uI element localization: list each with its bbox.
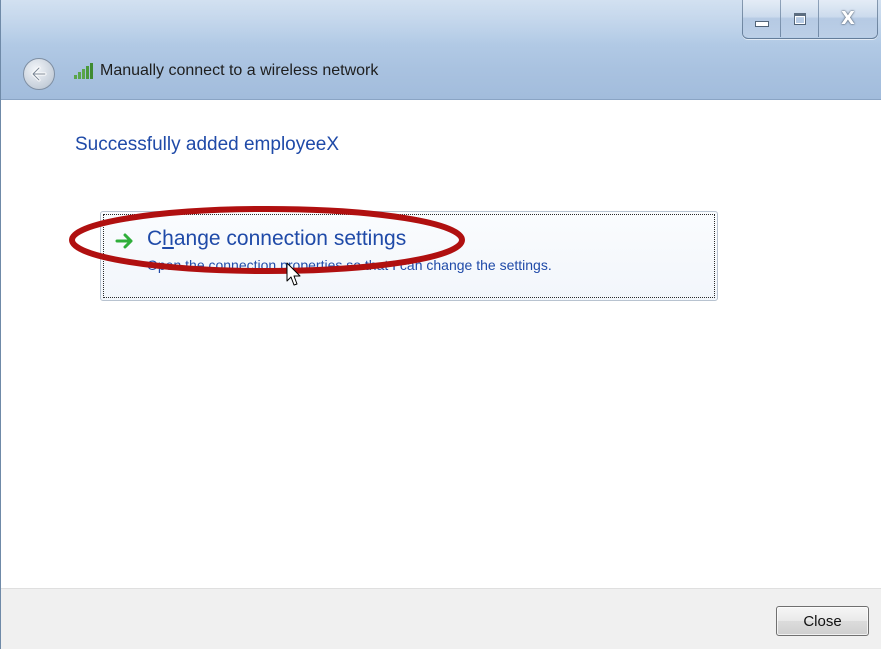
close-window-button[interactable]: X [819, 0, 877, 37]
close-button[interactable]: Close [776, 606, 869, 636]
maximize-icon [793, 12, 806, 25]
back-button[interactable] [23, 58, 55, 90]
back-arrow-icon [31, 66, 47, 82]
success-heading: Successfully added employeeX [75, 134, 340, 155]
wireless-signal-icon [74, 63, 93, 79]
footer-bar: Close [1, 588, 881, 649]
close-icon: X [841, 8, 855, 29]
title-bar: X Manually connect to a wireless network [1, 0, 881, 100]
main-content: Successfully added employeeX Change conn… [1, 100, 881, 588]
minimize-button[interactable] [743, 0, 781, 37]
command-link-title: Change connection settings [147, 227, 407, 250]
window-title: Manually connect to a wireless network [100, 62, 379, 79]
green-arrow-icon [115, 233, 133, 249]
command-link-description: Open the connection properties so that I… [147, 257, 552, 273]
dialog-window: X Manually connect to a wireless network… [0, 0, 881, 649]
change-connection-settings-link[interactable]: Change connection settings Open the conn… [100, 211, 718, 301]
caption-buttons: X [742, 0, 878, 39]
minimize-icon [754, 20, 769, 27]
mouse-pointer-icon [286, 262, 301, 286]
access-key-letter: h [162, 227, 174, 250]
maximize-button[interactable] [781, 0, 819, 37]
